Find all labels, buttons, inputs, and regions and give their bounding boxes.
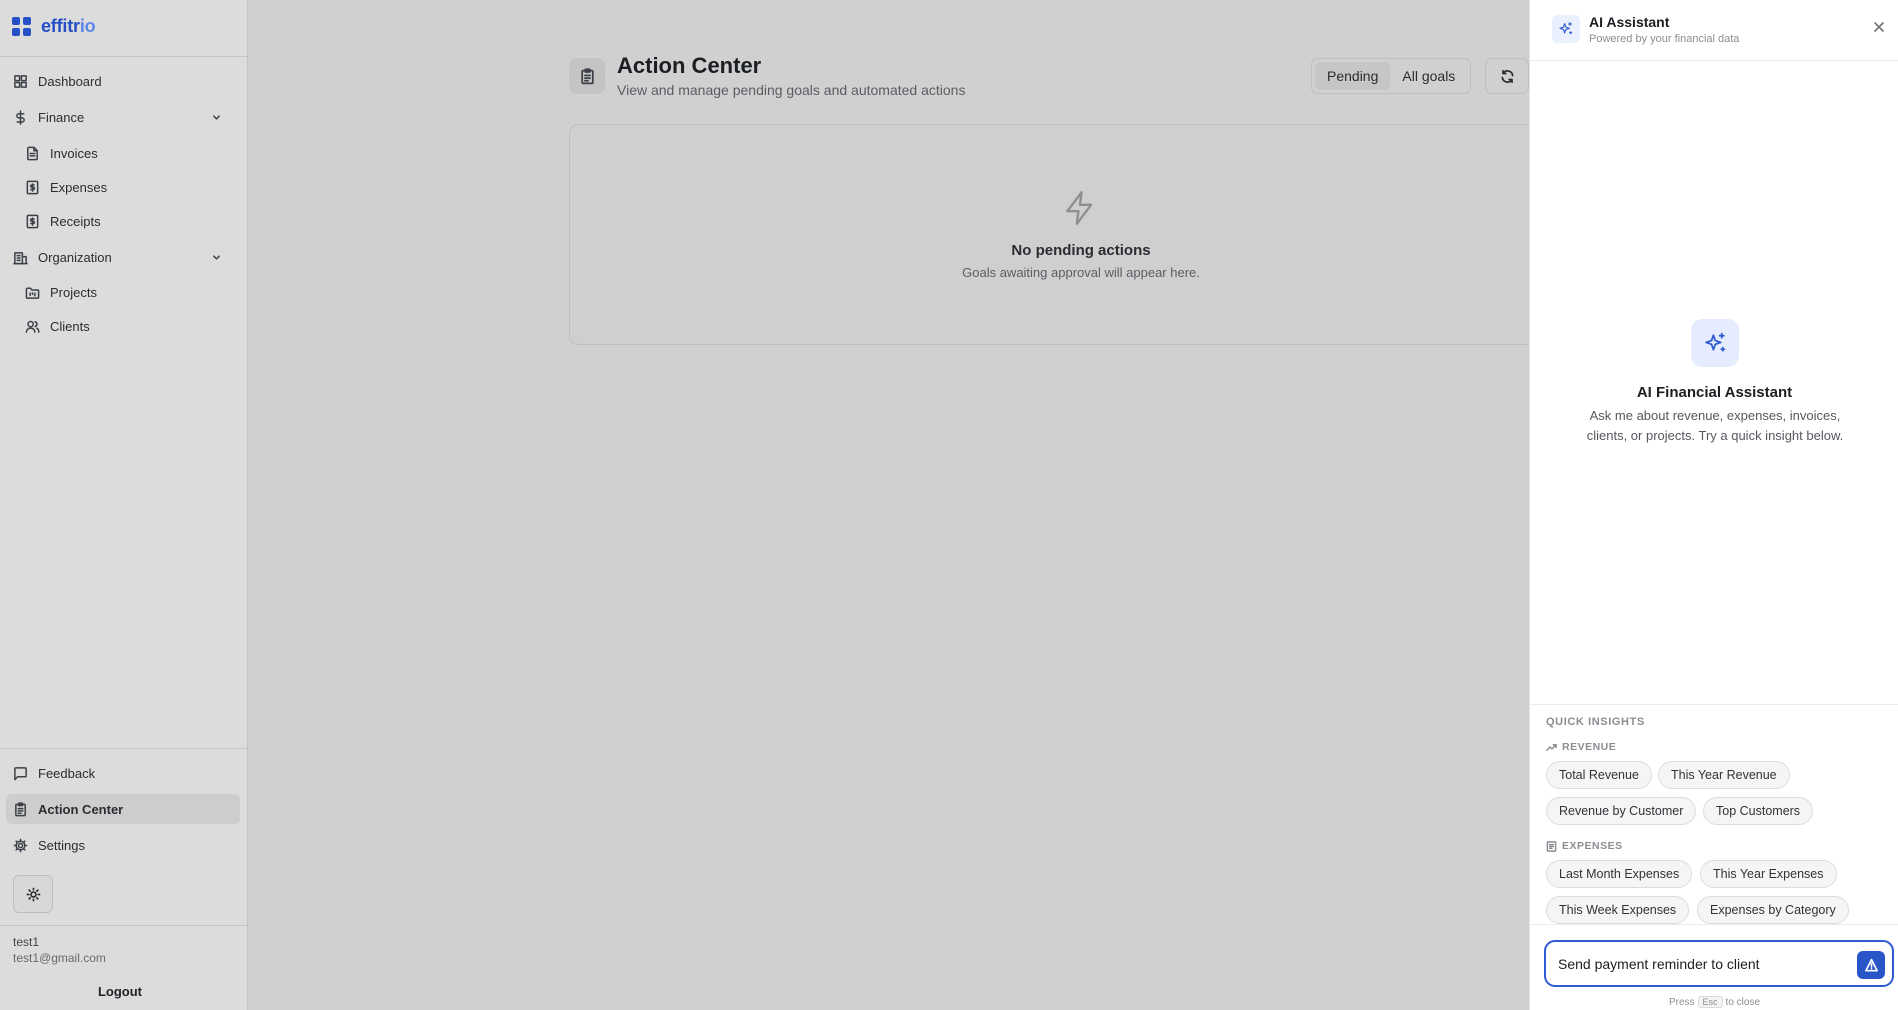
insight-chip[interactable]: This Year Expenses (1700, 860, 1837, 888)
close-icon (1874, 22, 1884, 32)
sidebar-item-label: Action Center (38, 801, 124, 817)
receipt-icon (1546, 840, 1557, 852)
receipt-dollar-icon (26, 180, 39, 194)
divider (1530, 924, 1898, 925)
sidebar-item-label: Settings (38, 837, 85, 853)
sidebar-item-label: Clients (50, 318, 90, 334)
category-expenses: EXPENSES (1546, 840, 1623, 852)
ai-assistant-panel: AI Assistant Powered by your financial d… (1529, 0, 1898, 1010)
divider (0, 925, 248, 926)
sidebar-item-label: Invoices (50, 145, 98, 161)
chevron-down-icon[interactable] (211, 112, 222, 123)
insight-chip[interactable]: Top Customers (1703, 797, 1814, 825)
assistant-hero-title: AI Financial Assistant (1636, 384, 1793, 401)
theme-toggle-button[interactable] (13, 875, 53, 913)
trending-up-icon (1546, 743, 1557, 751)
building-icon (13, 251, 28, 264)
sparkles-icon (1691, 319, 1739, 367)
filter-pending-button[interactable]: Pending (1315, 62, 1391, 90)
logo-text: effitrio (41, 15, 96, 36)
layout-grid-icon (14, 74, 27, 88)
sidebar-item-feedback[interactable]: Feedback (6, 758, 240, 788)
sidebar-item-label: Expenses (50, 179, 108, 195)
sidebar-item-label: Feedback (38, 765, 96, 781)
panel-subtitle: Powered by your financial data (1589, 33, 1740, 45)
sidebar-item-clients[interactable]: Clients (18, 311, 240, 341)
sidebar-item-organization[interactable]: Organization (6, 242, 240, 272)
filter-toggle: Pending All goals (1311, 58, 1472, 94)
divider (0, 56, 248, 57)
sidebar-item-action-center[interactable]: Action Center (6, 794, 240, 824)
page-title: Action Center (617, 53, 762, 78)
empty-state-description: Goals awaiting approval will appear here… (962, 265, 1200, 280)
app-logo[interactable]: effitrio (12, 13, 96, 39)
divider (1530, 60, 1898, 61)
folder-kanban-icon (25, 287, 40, 299)
page-subtitle: View and manage pending goals and automa… (617, 82, 966, 98)
sun-icon (26, 887, 40, 901)
sidebar-item-expenses[interactable]: Expenses (18, 172, 240, 202)
logout-button[interactable]: Logout (0, 984, 240, 999)
close-hint: Press Esc to close (1668, 996, 1761, 1008)
quick-insights-heading: QUICK INSIGHTS (1546, 716, 1645, 728)
sidebar-item-label: Finance (38, 109, 85, 125)
file-text-icon (27, 146, 38, 160)
sidebar-item-label: Organization (38, 249, 112, 265)
chat-input-box (1544, 940, 1894, 987)
insight-chip[interactable]: Expenses by Category (1697, 896, 1849, 924)
refresh-button[interactable] (1485, 58, 1529, 94)
gear-icon (13, 838, 28, 852)
sidebar-item-label: Dashboard (38, 73, 102, 89)
message-square-icon (14, 766, 27, 780)
divider (0, 748, 248, 749)
sidebar-item-finance[interactable]: Finance (6, 102, 240, 132)
insight-chip[interactable]: This Year Revenue (1658, 761, 1790, 789)
dollar-sign-icon (16, 109, 25, 125)
sidebar-item-projects[interactable]: Projects (18, 277, 240, 307)
chevron-down-icon[interactable] (211, 252, 222, 263)
sidebar-item-dashboard[interactable]: Dashboard (6, 66, 240, 96)
sidebar: effitrio Dashboard Finance Invoices Expe… (0, 0, 248, 1010)
category-revenue: REVENUE (1546, 741, 1616, 753)
clipboard-list-icon (15, 801, 26, 816)
panel-title: AI Assistant (1589, 14, 1670, 30)
receipt-dollar-icon (26, 214, 39, 228)
empty-state-card (569, 124, 1569, 345)
close-button[interactable] (1872, 20, 1886, 34)
send-button[interactable] (1857, 951, 1885, 979)
clipboard-list-icon (569, 58, 605, 94)
chat-input[interactable] (1558, 942, 1848, 985)
empty-state-title: No pending actions (1011, 242, 1151, 259)
user-name: test1 (13, 935, 40, 949)
sidebar-item-label: Projects (50, 284, 97, 300)
sidebar-item-settings[interactable]: Settings (6, 830, 240, 860)
refresh-icon (1501, 69, 1513, 83)
sidebar-item-label: Receipts (50, 213, 101, 229)
user-email: test1@gmail.com (13, 951, 106, 965)
users-icon (25, 320, 40, 333)
sparkles-icon (1552, 15, 1580, 43)
sidebar-item-invoices[interactable]: Invoices (18, 138, 240, 168)
esc-key: Esc (1697, 996, 1723, 1008)
filter-all-goals-button[interactable]: All goals (1390, 62, 1467, 90)
send-icon (1864, 958, 1878, 971)
insight-chip[interactable]: Revenue by Customer (1546, 797, 1697, 825)
logo-grid-icon (12, 16, 31, 36)
zap-icon (1061, 189, 1099, 227)
insight-chip[interactable]: Total Revenue (1546, 761, 1652, 789)
sidebar-item-receipts[interactable]: Receipts (18, 206, 240, 236)
assistant-hero-description: Ask me about revenue, expenses, invoices… (1586, 408, 1844, 443)
insight-chip[interactable]: Last Month Expenses (1546, 860, 1693, 888)
divider (1530, 704, 1898, 705)
insight-chip[interactable]: This Week Expenses (1546, 896, 1690, 924)
